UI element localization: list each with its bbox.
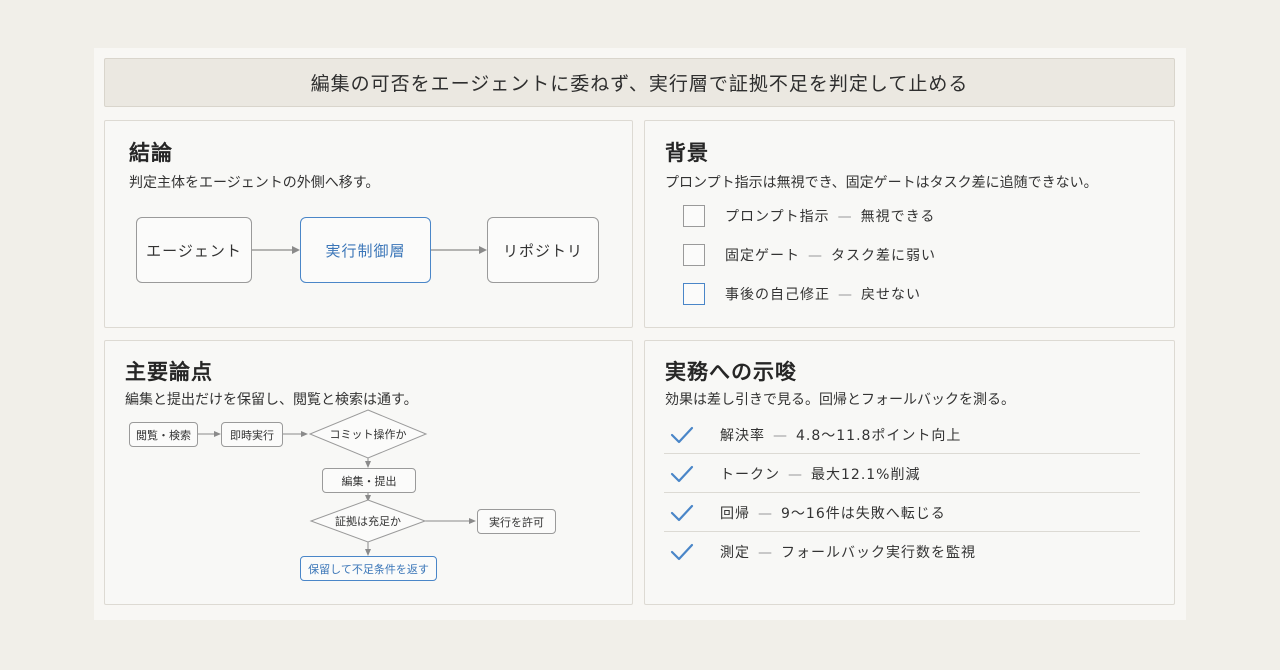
item-note: 4.8〜11.8ポイント向上 — [796, 427, 962, 444]
node-edit-submit: 編集・提出 — [322, 468, 416, 493]
node-allow-exec: 実行を許可 — [477, 509, 556, 534]
node-commit-question: コミット操作か — [329, 428, 407, 441]
conclusion-subtitle: 判定主体をエージェントの外側へ移す。 — [129, 175, 380, 191]
node-evidence-question: 証拠は充足か — [335, 515, 401, 528]
item-label: トークン — [720, 466, 780, 483]
flow-box-repository: リポジトリ — [487, 217, 599, 283]
flow-box-agent: エージェント — [136, 217, 252, 283]
background-heading: 背景 — [665, 141, 709, 165]
item-note: 無視できる — [860, 209, 936, 225]
item-label: 固定ゲート — [725, 248, 800, 264]
checkbox-icon — [683, 283, 705, 305]
item-label: 回帰 — [720, 505, 750, 522]
background-item: 事後の自己修正 — 戻せない — [683, 282, 921, 306]
checkbox-icon — [683, 244, 705, 266]
item-note: タスク差に弱い — [831, 248, 936, 264]
implication-item: トークン — 最大12.1%削減 — [664, 455, 1140, 493]
item-note: 最大12.1%削減 — [811, 466, 921, 483]
check-icon — [670, 504, 694, 521]
conclusion-heading: 結論 — [129, 141, 173, 165]
node-browse-search: 閲覧・検索 — [129, 422, 198, 447]
node-hold-return: 保留して不足条件を返す — [300, 556, 437, 581]
item-label: 解決率 — [720, 427, 765, 444]
background-item: 固定ゲート — タスク差に弱い — [683, 243, 936, 267]
page-title: 編集の可否をエージェントに委ねず、実行層で証拠不足を判定して止める — [104, 58, 1175, 107]
check-icon — [670, 465, 694, 482]
main-points-subtitle: 編集と提出だけを保留し、閲覧と検索は通す。 — [125, 392, 418, 408]
item-label: 測定 — [720, 545, 750, 561]
check-icon — [670, 426, 694, 443]
implication-item: 回帰 —9〜16件は失敗へ転じる — [664, 494, 1140, 532]
item-note: フォールバック実行数を監視 — [781, 545, 976, 561]
implications-heading: 実務への示唆 — [665, 360, 797, 384]
node-immediate-exec: 即時実行 — [221, 422, 283, 447]
checkbox-icon — [683, 205, 705, 227]
flow-box-control-layer: 実行制御層 — [300, 217, 431, 283]
implication-item: 測定 — フォールバック実行数を監視 — [664, 533, 1140, 571]
item-label: プロンプト指示 — [725, 209, 830, 225]
item-label: 事後の自己修正 — [725, 287, 830, 303]
check-icon — [670, 543, 694, 561]
item-note: 戻せない — [861, 287, 921, 303]
implications-subtitle: 効果は差し引きで見る。回帰とフォールバックを測る。 — [665, 392, 1015, 408]
implication-item: 解決率 —4.8〜11.8ポイント向上 — [664, 416, 1140, 454]
background-item: プロンプト指示 — 無視できる — [683, 204, 935, 228]
background-subtitle: プロンプト指示は無視でき、固定ゲートはタスク差に追随できない。 — [665, 175, 1098, 191]
item-note: 9〜16件は失敗へ転じる — [781, 505, 946, 522]
main-points-heading: 主要論点 — [125, 360, 213, 384]
